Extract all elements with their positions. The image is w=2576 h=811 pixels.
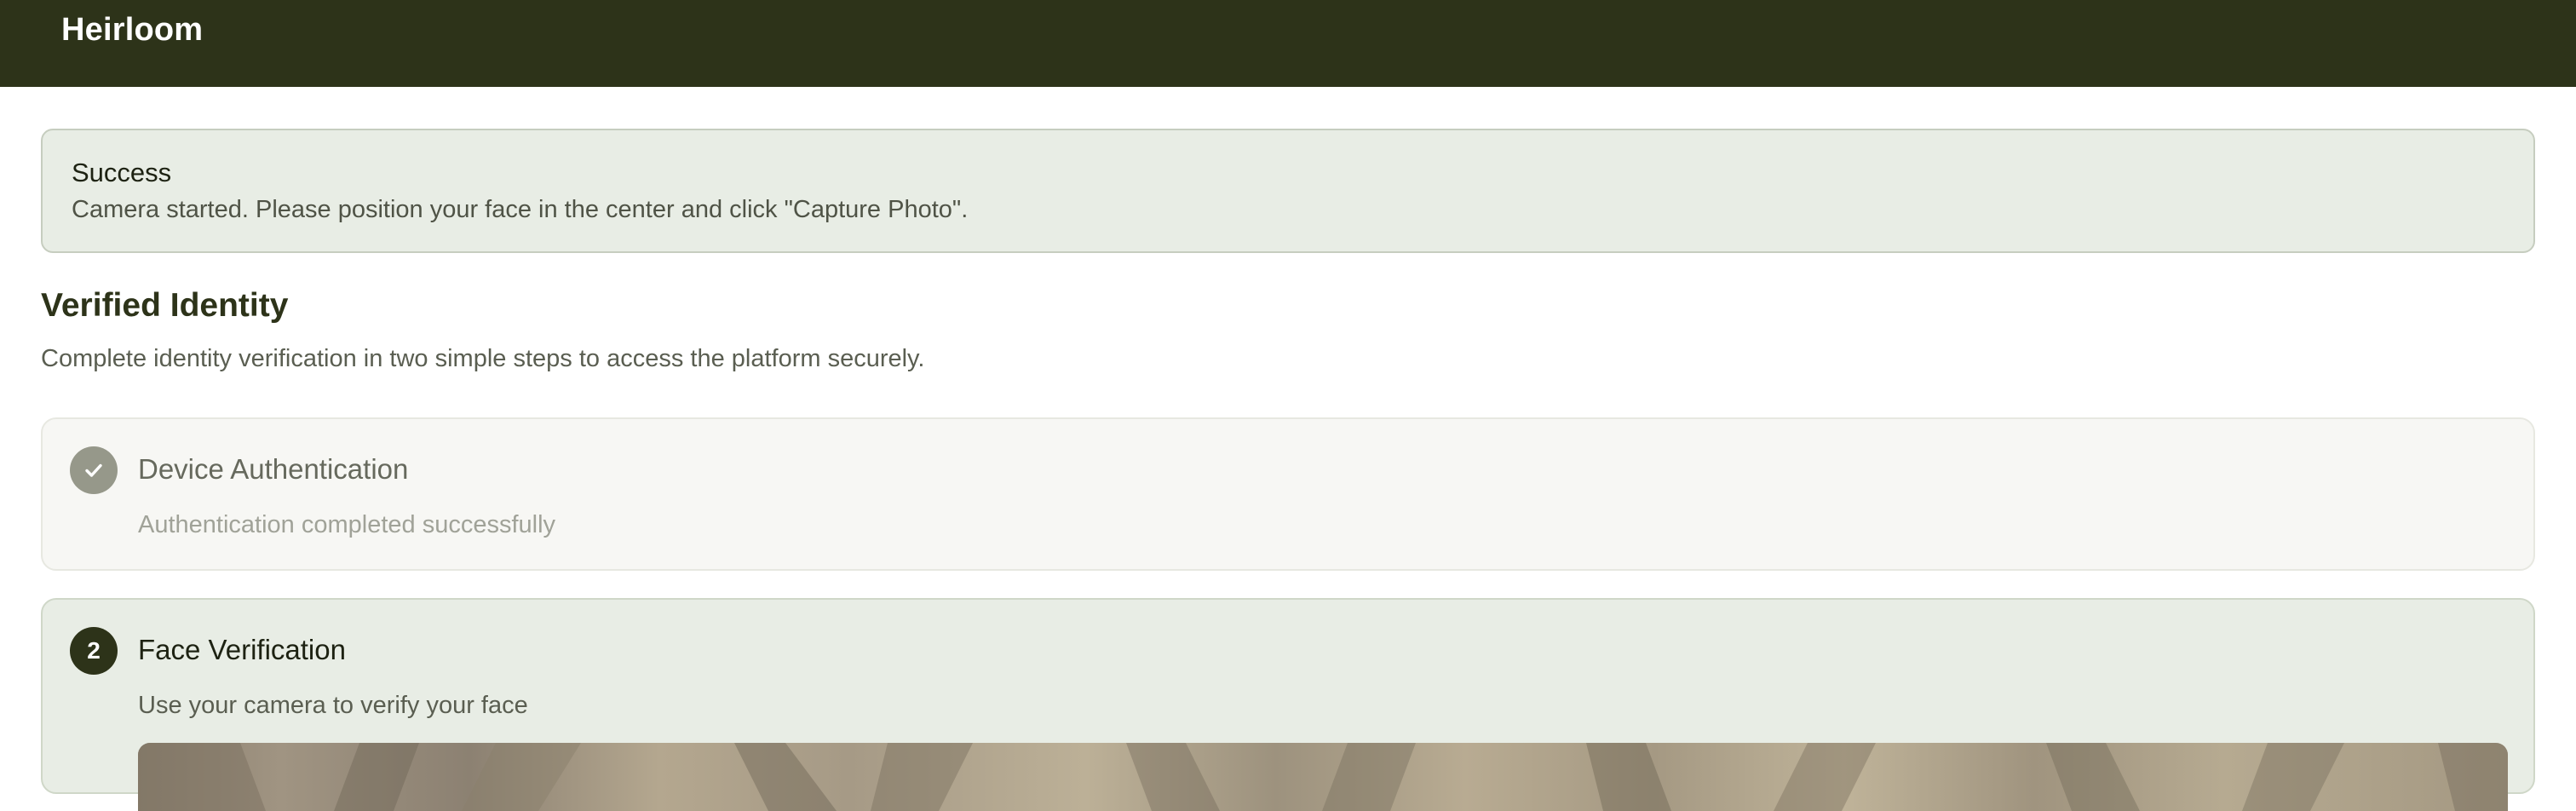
- step-title: Device Authentication: [138, 453, 409, 485]
- alert-title: Success: [72, 158, 172, 187]
- step-description: Use your camera to verify your face: [138, 692, 528, 719]
- camera-feed-image: [138, 743, 2508, 811]
- step-completed-badge: [70, 446, 118, 494]
- page-subtitle: Complete identity verification in two si…: [41, 345, 925, 372]
- success-alert: Success Camera started. Please position …: [41, 129, 2535, 253]
- step-title: Face Verification: [138, 634, 346, 665]
- step-device-authentication: Device Authentication Authentication com…: [41, 417, 2535, 571]
- alert-message: Camera started. Please position your fac…: [72, 196, 969, 223]
- page-title: Verified Identity: [41, 287, 289, 324]
- check-icon: [85, 463, 102, 477]
- step-description: Authentication completed successfully: [138, 511, 556, 538]
- brand-logo[interactable]: Heirloom: [61, 7, 203, 53]
- step-number-badge: 2: [70, 627, 118, 675]
- top-header: Heirloom: [0, 0, 2576, 87]
- camera-preview[interactable]: [138, 743, 2508, 811]
- step-face-verification: 2 Face Verification Use your camera to v…: [41, 598, 2535, 811]
